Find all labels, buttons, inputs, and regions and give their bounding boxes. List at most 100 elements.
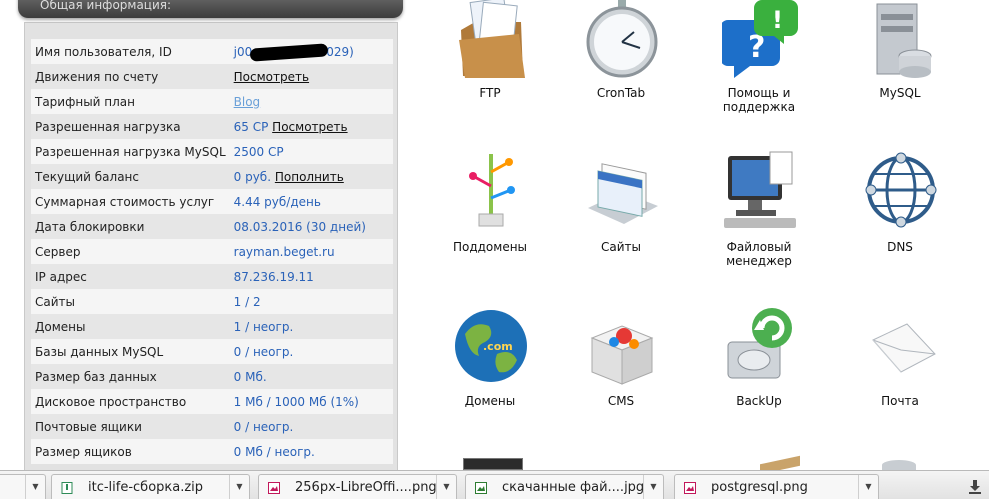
info-label: Разрешенная нагрузка MySQL [31,139,230,164]
chevron-down-icon[interactable]: ▼ [436,475,456,499]
tile-dns[interactable]: DNS [830,150,970,300]
info-label: Почтовые ящики [31,414,230,439]
svg-text:!: ! [772,6,783,34]
download-item[interactable]: скачанные фай....jpg ▼ [465,474,664,499]
value-text: 65 CP [233,119,269,134]
image-file-icon [475,482,487,494]
info-value: 0 / неогр. [229,414,393,439]
info-row: Размер ящиков 0 Мб / неогр. [31,439,393,464]
database-server-icon [863,0,939,80]
info-label: Размер баз данных [31,364,230,389]
backup-disk-icon [722,304,798,384]
row-link[interactable]: Посмотреть [272,120,347,134]
info-label: Разрешенная нагрузка [31,114,230,139]
tile-mysql[interactable]: MySQL [830,0,970,150]
general-info-panel: Имя пользователя, ID j00 029) Движения по с… [0,0,415,470]
info-row: Базы данных MySQL 0 / неогр. [31,339,393,364]
partial-tile-icon [882,460,916,470]
info-label: Дата блокировки [31,214,230,239]
tile-label: Файловый менеджер [726,240,792,268]
value-text: rayman.beget.ru [233,244,335,259]
download-filename: 256px-LibreOffi....png [295,480,437,495]
download-item[interactable]: 256px-LibreOffi....png ▼ [258,474,457,499]
svg-text:.com: .com [483,340,513,353]
info-row: Сервер rayman.beget.ru [31,239,393,264]
info-row: Дата блокировки 08.03.2016 (30 дней) [31,214,393,239]
info-label: Суммарная стоимость услуг [31,189,230,214]
chevron-down-icon[interactable]: ▼ [25,475,45,499]
account-info-table: Имя пользователя, ID j00 029) Движения по с… [31,39,393,464]
help-bubbles-icon: ?! [722,0,798,80]
info-value: 1 / 2 [229,289,393,314]
info-row: Разрешенная нагрузка 65 CP Посмотреть [31,114,393,139]
info-row: Почтовые ящики 0 / неогр. [31,414,393,439]
cms-box-icon [584,310,660,390]
info-label: IP адрес [31,264,230,289]
download-arrow-icon[interactable] [967,480,983,494]
row-link[interactable]: Пополнить [275,170,344,184]
value-text: 1 / 2 [233,294,261,309]
websites-stack-icon [584,156,660,236]
download-item[interactable]: postgresql.png ▼ [674,474,879,499]
tile-crontab[interactable]: CronTab [551,0,691,150]
value-text: 1 / неогр. [233,319,294,334]
tile-label: CMS [607,394,635,408]
chevron-down-icon[interactable]: ▼ [858,475,878,499]
info-row: IP адрес 87.236.19.11 [31,264,393,289]
tile-backup[interactable]: BackUp [689,304,829,454]
tile-label: CronTab [596,86,646,100]
info-row: Дисковое пространство 1 Мб / 1000 Мб (1%) [31,389,393,414]
user-id-suffix: 029) [326,44,354,59]
tile-sites[interactable]: Сайты [551,150,691,300]
services-icon-grid: FTP CronTab ?! Помощь и поддержка MySQL П… [420,0,989,470]
info-label: Тарифный план [31,89,230,114]
info-label: Имя пользователя, ID [31,39,230,64]
info-label: Размер ящиков [31,439,230,464]
info-value: 0 руб. Пополнить [229,164,393,189]
tile-domains[interactable]: .com Домены [420,304,560,454]
tile-file-manager[interactable]: Файловый менеджер [689,150,829,300]
tile-label: FTP [479,86,501,100]
download-item[interactable]: itc-life-сборка.zip ▼ [51,474,250,499]
chevron-down-icon[interactable]: ▼ [229,475,249,499]
redaction-mark [249,42,329,62]
info-value: rayman.beget.ru [229,239,393,264]
value-text: 2500 CP [233,144,284,159]
partial-tile-icon [463,458,523,470]
tile-ftp[interactable]: FTP [420,0,560,150]
info-value: 87.236.19.11 [229,264,393,289]
info-row: Сайты 1 / 2 [31,289,393,314]
tile-label: MySQL [879,86,921,100]
tile-mail[interactable]: Почта [830,304,970,454]
panel-header: Общая информация: [18,0,403,18]
info-value: j00 029) [229,39,393,64]
partial-tile-icon [760,455,800,470]
download-item-partial[interactable]: ▼ [0,474,46,499]
value-text: 87.236.19.11 [233,269,314,284]
value-text: 0 Мб / неогр. [233,444,315,459]
info-row: Размер баз данных 0 Мб. [31,364,393,389]
tile-help-support[interactable]: ?! Помощь и поддержка [689,0,829,150]
row-link[interactable]: Посмотреть [234,70,309,84]
download-filename: скачанные фай....jpg [502,480,645,495]
info-value: Посмотреть [229,64,393,89]
domains-globe-icon: .com [453,306,529,386]
chevron-down-icon[interactable]: ▼ [643,475,663,499]
info-row: Текущий баланс 0 руб. Пополнить [31,164,393,189]
subdomain-tree-icon [453,150,529,230]
info-row: Имя пользователя, ID j00 029) [31,39,393,64]
value-text: 0 / неогр. [233,344,294,359]
panel-title: Общая информация: [40,0,172,12]
tile-subdomains[interactable]: Поддомены [420,150,560,300]
tile-label: Помощь и поддержка [722,86,796,114]
mail-envelope-icon [863,310,939,390]
info-label: Дисковое пространство [31,389,230,414]
tariff-plan-link[interactable]: Blog [234,95,261,109]
info-value: 0 / неогр. [229,339,393,364]
info-row: Домены 1 / неогр. [31,314,393,339]
tile-cms[interactable]: CMS [551,304,691,454]
info-value: 1 / неогр. [229,314,393,339]
image-file-icon [684,482,696,494]
value-text: 1 Мб / 1000 Мб (1%) [233,394,359,409]
info-value: 1 Мб / 1000 Мб (1%) [229,389,393,414]
